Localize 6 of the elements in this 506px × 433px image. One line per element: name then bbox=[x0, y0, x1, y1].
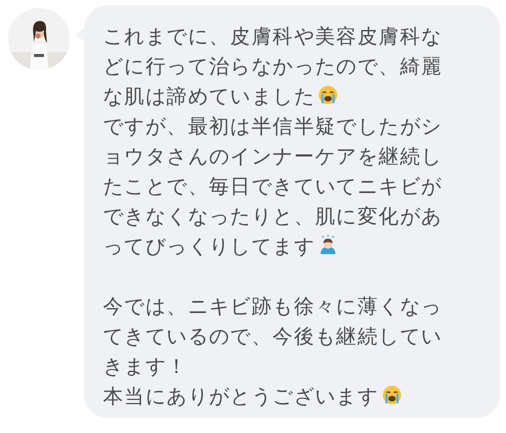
message-text: ですが、最初は半信半疑でしたがシ ョウタさんのインナーケアを継続し たことで、毎日できていてニキビが できなくなったりと、肌に変化があ ってびっくりしてます bbox=[103, 113, 444, 260]
crying-face-icon bbox=[317, 84, 339, 106]
crying-face-icon bbox=[380, 384, 403, 406]
message-text: 今では、ニキビ跡も徐々に薄くなっ てきているので、今後も継続してい きます！ bbox=[103, 293, 444, 380]
message-text: 本当にありがとうございます bbox=[103, 381, 500, 411]
message-text: これまでに、皮膚科や美容皮膚科な どに行って治らなかったので、綺麗 な肌は諦めていました bbox=[103, 23, 444, 110]
